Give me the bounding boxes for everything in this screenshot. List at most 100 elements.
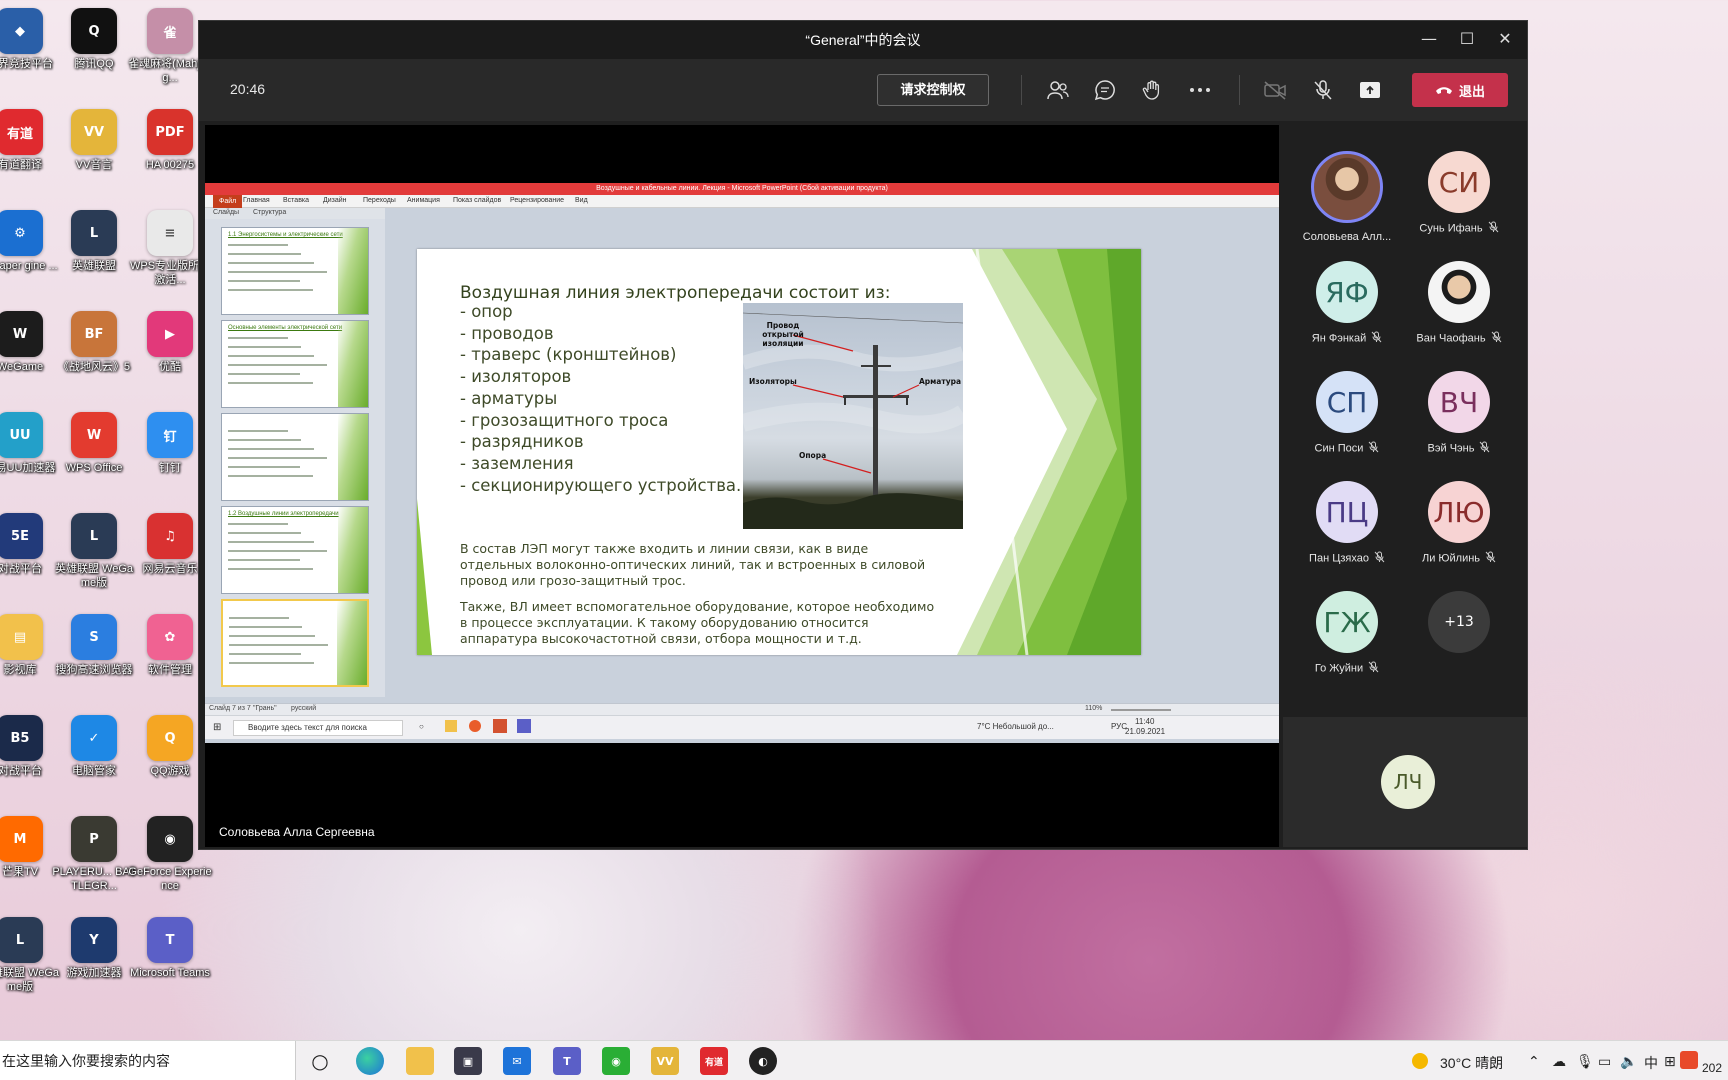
- thumbnail-text-line: [228, 373, 300, 375]
- participant-tile[interactable]: Ван Чаофань: [1399, 261, 1519, 346]
- mic-off-icon[interactable]: [1310, 77, 1336, 103]
- qq-icon[interactable]: Q 腾讯QQ: [52, 8, 136, 71]
- participant-name-row: Син Поси: [1287, 441, 1407, 456]
- powerpoint-ribbon: Файл Главная Вставка Дизайн Переходы Анимация…: [205, 195, 1279, 208]
- file-explorer-icon[interactable]: [406, 1047, 434, 1075]
- participant-tile[interactable]: ЯФ Ян Фэнкай: [1287, 261, 1407, 346]
- participant-tile[interactable]: Соловьева Алл...: [1287, 151, 1407, 243]
- wps-office-icon[interactable]: W WPS Office: [52, 412, 136, 475]
- meeting-toolbar: 20:46 请求控制权 退出: [199, 59, 1527, 121]
- muted-mic-icon: [1368, 441, 1379, 456]
- store-icon[interactable]: ▣: [454, 1047, 482, 1075]
- participant-avatar: ВЧ: [1428, 371, 1490, 433]
- youdao-taskbar-icon[interactable]: 有道: [700, 1047, 728, 1075]
- thumbnail-green-accent: [338, 507, 368, 593]
- participant-tile[interactable]: ЛЮ Ли Юйлинь: [1399, 481, 1519, 566]
- participant-name: Ван Чаофань: [1416, 332, 1486, 345]
- more-options-icon[interactable]: [1187, 77, 1213, 103]
- weather-text[interactable]: 30°C 晴朗: [1440, 1053, 1503, 1073]
- netease-music-image: ♫: [147, 513, 193, 559]
- muted-mic-icon: [1371, 331, 1382, 346]
- mail-icon[interactable]: ✉: [503, 1047, 531, 1075]
- request-control-button[interactable]: 请求控制权: [877, 74, 989, 106]
- sogou-browser-icon[interactable]: S 搜狗高速浏览器: [52, 614, 136, 677]
- teams-desktop-icon[interactable]: T Microsoft Teams: [128, 917, 212, 980]
- obs-icon[interactable]: ◐: [749, 1047, 777, 1075]
- battlefield-icon[interactable]: BF 《战地风云》5: [52, 311, 136, 374]
- wechat-icon[interactable]: ◉: [602, 1047, 630, 1075]
- slide-counter: Слайд 7 из 7: [209, 705, 251, 712]
- thumbnail-text-line: [228, 289, 313, 291]
- desktop-icon-label: 电脑管家: [72, 765, 116, 777]
- edge-icon[interactable]: [356, 1047, 384, 1075]
- desktop-icon-label: GeForce Experience: [128, 866, 212, 892]
- taskbar-search-input[interactable]: 在这里输入你要搜索的内容: [0, 1041, 296, 1080]
- language: русский: [291, 705, 317, 712]
- shared-content-stage: Воздушные и кабельные линии. Лекция - Mi…: [205, 125, 1279, 847]
- teams-desktop-image: T: [147, 917, 193, 963]
- pc-manager-icon[interactable]: ✓ 电脑管家: [52, 715, 136, 778]
- toolbar-divider: [1021, 75, 1022, 105]
- teams-taskbar-icon[interactable]: T: [553, 1047, 581, 1075]
- slide-thumbnail: 5: [221, 413, 369, 501]
- participant-tile[interactable]: ПЦ Пан Цзяхао: [1287, 481, 1407, 566]
- maximize-button[interactable]: ☐: [1457, 29, 1477, 49]
- slide-bullet: - грозозащитного троса: [460, 410, 669, 430]
- mahjong-soul-image: 雀: [147, 8, 193, 54]
- remote-cortana-icon: ○: [419, 722, 424, 731]
- ime-icon[interactable]: 中: [1644, 1053, 1658, 1073]
- minimize-button[interactable]: —: [1419, 29, 1439, 49]
- participant-name: Син Поси: [1314, 442, 1364, 455]
- game-booster-icon[interactable]: Y 游戏加速器: [52, 917, 136, 980]
- zoom-slider: [1111, 709, 1171, 711]
- desktop-icon-label: WPS Office: [65, 462, 123, 474]
- powerpoint-statusbar: Слайд 7 из 7 "Грань" русский 110%: [205, 703, 1279, 715]
- ribbon-tab: Вид: [575, 197, 588, 204]
- camera-off-icon[interactable]: [1262, 77, 1288, 103]
- participant-photo: [1311, 151, 1383, 223]
- thumbnail-text-line: [228, 448, 314, 450]
- desktop-icon-label: 游戏加速器: [66, 967, 122, 979]
- sogou-ime-icon[interactable]: [1680, 1051, 1698, 1069]
- wps-doc-file-image: ≡: [147, 210, 193, 256]
- microphone-tray-icon[interactable]: 🎙: [1576, 1053, 1594, 1070]
- desktop-icon-label: 有道翻译: [0, 159, 42, 171]
- leave-label: 退出: [1458, 83, 1485, 99]
- remote-browser-icon: [469, 720, 481, 732]
- participant-tile[interactable]: ГЖ Го Жуйни: [1287, 591, 1407, 676]
- vv-taskbar-icon[interactable]: VV: [651, 1047, 679, 1075]
- share-screen-icon[interactable]: [1357, 77, 1383, 103]
- participants-icon[interactable]: [1045, 77, 1071, 103]
- network-icon[interactable]: ▭: [1598, 1053, 1611, 1070]
- tray-chevron-icon[interactable]: ⌃: [1528, 1053, 1540, 1070]
- pubg-icon[interactable]: P PLAYERU... BATTLEGR...: [52, 816, 136, 893]
- more-participants-tile[interactable]: +13: [1399, 591, 1519, 653]
- thumbnail-text-line: [228, 559, 300, 561]
- thumbnail-title: 1.2 Воздушные линии электропередачи: [228, 511, 339, 517]
- photo-label-fittings: Арматура: [919, 377, 962, 386]
- ribbon-tab: Файл: [213, 195, 243, 208]
- participant-tile[interactable]: ВЧ Вэй Чэнь: [1399, 371, 1519, 456]
- participant-tile[interactable]: СИ Сунь Ифань: [1399, 151, 1519, 236]
- raise-hand-icon[interactable]: [1139, 77, 1165, 103]
- chat-icon[interactable]: [1092, 77, 1118, 103]
- volume-icon[interactable]: 🔈: [1620, 1053, 1637, 1070]
- participant-avatar: +13: [1428, 591, 1490, 653]
- thumbnail-text-line: [229, 644, 328, 646]
- thumbnail-green-accent: [338, 228, 368, 314]
- slide-bullet: - опор: [460, 302, 513, 321]
- thumbnail-text-line: [228, 280, 300, 282]
- apps-grid-icon[interactable]: ⊞: [1664, 1053, 1676, 1070]
- remote-folder-icon: [445, 720, 457, 732]
- thumbnail-text-line: [228, 337, 288, 339]
- slide-bullet: - изоляторов: [460, 367, 572, 387]
- onedrive-icon[interactable]: ☁: [1552, 1053, 1566, 1070]
- vv-icon[interactable]: VV VV音言: [52, 109, 136, 172]
- lol-icon[interactable]: L 英雄联盟: [52, 210, 136, 273]
- close-button[interactable]: ✕: [1495, 29, 1515, 49]
- lol-wegame-icon[interactable]: L 英雄联盟 WeGame版: [52, 513, 136, 590]
- cortana-icon[interactable]: ○: [306, 1047, 334, 1075]
- leave-button[interactable]: 退出: [1412, 73, 1508, 107]
- participant-tile[interactable]: СП Син Поси: [1287, 371, 1407, 456]
- dingtalk-image: 钉: [147, 412, 193, 458]
